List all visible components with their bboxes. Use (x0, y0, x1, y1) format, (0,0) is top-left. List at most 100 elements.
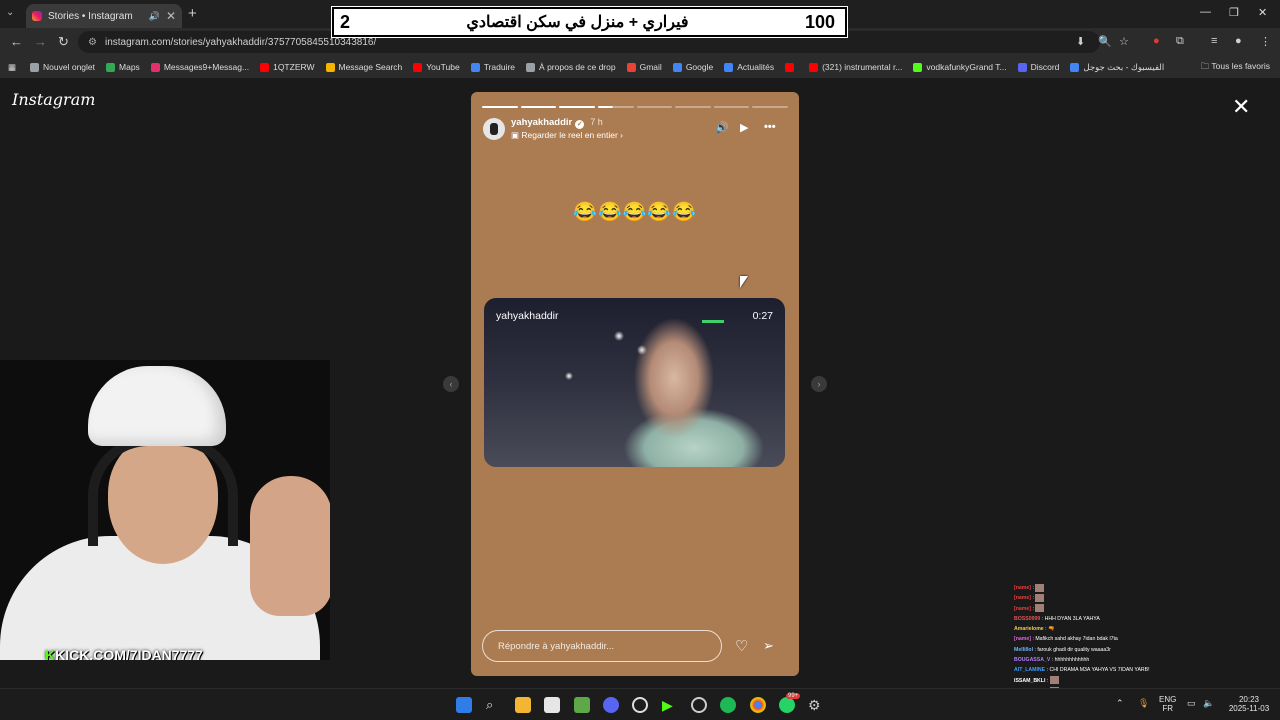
bookmark-star-icon[interactable]: ☆ (1119, 35, 1129, 48)
bookmark-item[interactable]: Message Search (325, 62, 402, 72)
start-button-icon[interactable] (456, 697, 472, 713)
reply-input[interactable]: Répondre à yahyakhaddir... (482, 630, 722, 662)
install-app-icon[interactable]: ⬇ (1076, 35, 1085, 48)
clock-time: 20:23 (1238, 695, 1260, 704)
search-icon[interactable]: ⌕ (486, 697, 502, 713)
bookmark-item[interactable]: الفيسبوك - بحث جوجل (1070, 62, 1164, 73)
file-explorer-icon[interactable] (515, 697, 531, 713)
story-card[interactable]: yahyakhaddir ✓ 7 h ▣ Regarder le reel en e… (471, 92, 799, 676)
maximize-button[interactable]: ❐ (1229, 6, 1239, 19)
app-icon[interactable] (691, 697, 707, 713)
bookmark-label: Actualités (737, 62, 775, 72)
whatsapp-icon[interactable] (779, 697, 795, 713)
apps-grid-icon[interactable]: ▦ (8, 62, 16, 73)
bookmark-item[interactable] (785, 62, 798, 72)
chef-hat (88, 366, 226, 446)
video-username: yahyakhaddir (496, 310, 559, 322)
shared-reel-video[interactable]: yahyakhaddir 0:27 (484, 298, 785, 467)
settings-gear-icon[interactable]: ⚙ (808, 697, 824, 713)
chat-emote-icon (1035, 593, 1045, 602)
chat-text: HHH DYAN 3LA YAHYA (1044, 615, 1100, 622)
clock[interactable]: 20:23 2025-11-03 (1222, 695, 1276, 713)
bookmark-item[interactable]: Google (672, 62, 713, 72)
all-bookmarks[interactable]: 🗀 Tous les favoris (1201, 61, 1270, 75)
bookmark-item[interactable]: vodkafunkyGrand T... (913, 62, 1007, 72)
microphone-icon[interactable]: 🎙 (1138, 698, 1149, 709)
whatsapp-badge: 99+ (786, 693, 801, 699)
extension-icon[interactable]: ● (1153, 35, 1160, 47)
bookmark-item[interactable]: À propos de ce drop (526, 62, 616, 72)
chrome-icon[interactable] (750, 697, 766, 713)
progress-segment (597, 106, 634, 108)
watch-full-reel-link[interactable]: ▣ Regarder le reel en entier › (511, 130, 623, 141)
volume-icon[interactable]: 🔈 (1203, 698, 1214, 709)
network-icon[interactable]: ▭ (1187, 698, 1196, 709)
minecraft-icon[interactable] (574, 697, 590, 713)
play-icon[interactable]: ▶ (740, 121, 748, 134)
bookmark-favicon-icon (260, 62, 270, 72)
back-button[interactable]: ← (10, 34, 23, 49)
close-window-button[interactable]: ✕ (1258, 6, 1267, 19)
language-indicator[interactable]: ENG FR (1159, 695, 1176, 713)
all-bookmarks-label: Tous les favoris (1211, 61, 1270, 71)
mute-icon[interactable]: 🔊 (715, 121, 729, 134)
tab-close-icon[interactable]: ✕ (166, 9, 176, 23)
reload-button[interactable]: ↻ (58, 34, 69, 50)
tray-chevron-icon[interactable]: ⌃ (1116, 698, 1124, 709)
bookmark-item[interactable]: YouTube (413, 62, 460, 72)
story-username[interactable]: yahyakhaddir ✓ 7 h (511, 117, 603, 129)
send-icon[interactable]: ➢ (763, 638, 774, 654)
zoom-icon[interactable]: 🔍 (1098, 35, 1112, 48)
bookmark-item[interactable]: Gmail (626, 62, 662, 72)
bookmark-item[interactable]: Discord (1017, 62, 1059, 72)
instagram-logo[interactable]: Instagram (12, 90, 95, 109)
chat-message: [name] : (1014, 583, 1214, 593)
tab-stories-instagram[interactable]: Stories • Instagram 🔊 ✕ (26, 4, 182, 28)
tab-search-icon[interactable]: ⌄ (6, 7, 14, 18)
close-story-icon[interactable]: ✕ (1232, 94, 1250, 120)
banner-right-number: 100 (804, 11, 835, 32)
new-tab-button[interactable]: + (188, 5, 197, 22)
screen: ⌄ Stories • Instagram 🔊 ✕ + — ❐ ✕ ← → ↻ … (0, 0, 1280, 720)
minimize-button[interactable]: — (1200, 6, 1211, 18)
chat-text: farouk ghadi dir quality waaaa3r (1037, 646, 1111, 653)
bookmark-favicon-icon (1017, 62, 1027, 72)
bookmark-item[interactable]: Actualités (724, 62, 774, 72)
chat-text: Mafikch sahd akhay 7idan bdak l7ta (1035, 636, 1118, 643)
bookmark-label: Traduire (483, 62, 516, 72)
chat-username: BOUGASSA_V (1014, 657, 1051, 664)
media-controls-icon[interactable]: ≡ (1211, 35, 1217, 47)
next-story-arrow-icon[interactable]: › (811, 376, 827, 392)
progress-segment (482, 106, 518, 108)
bookmark-item[interactable]: Maps (106, 62, 140, 72)
story-header: yahyakhaddir ✓ 7 h ▣ Regarder le reel en e… (483, 116, 787, 144)
previous-story-arrow-icon[interactable]: ‹ (443, 376, 459, 392)
bookmark-item[interactable]: Nouvel onglet (30, 62, 95, 72)
forward-button[interactable]: → (34, 34, 47, 49)
spotify-icon[interactable] (720, 697, 736, 713)
extensions-puzzle-icon[interactable]: ⧉ (1176, 35, 1184, 48)
kick-app-icon[interactable]: ▶ (662, 697, 678, 713)
like-heart-icon[interactable]: ♡ (735, 637, 748, 655)
bookmark-item[interactable]: Traduire (470, 62, 516, 72)
obs-icon[interactable] (632, 697, 648, 713)
bookmark-favicon-icon (106, 62, 116, 72)
user-avatar[interactable] (483, 118, 505, 140)
bookmark-item[interactable]: Messages9+Messag... (150, 62, 249, 72)
bookmark-favicon-icon (785, 62, 795, 72)
bookmark-favicon-icon (724, 62, 734, 72)
profile-avatar-icon[interactable]: ● (1235, 35, 1242, 47)
site-info-icon[interactable]: ⚙ (88, 37, 97, 48)
chat-username: [name] (1014, 605, 1032, 612)
streamer-hand (250, 476, 330, 616)
windows-taskbar: ⌕ ▶ 99+ ⚙ ⌃ 🎙 ENG FR ▭ 🔈 20:23 2025-11-03 (0, 688, 1280, 720)
menu-kebab-icon[interactable]: ⋮ (1260, 35, 1271, 48)
tab-audio-icon[interactable]: 🔊 (149, 11, 160, 22)
store-icon[interactable] (544, 697, 560, 713)
bookmark-item[interactable]: 1QTZERW (260, 62, 315, 72)
bookmark-favicon-icon (1070, 62, 1080, 72)
bookmark-item[interactable]: (321) instrumental r... (809, 62, 902, 72)
discord-icon[interactable] (603, 697, 619, 713)
bookmark-favicon-icon (470, 62, 480, 72)
more-options-icon[interactable]: ••• (764, 121, 776, 133)
